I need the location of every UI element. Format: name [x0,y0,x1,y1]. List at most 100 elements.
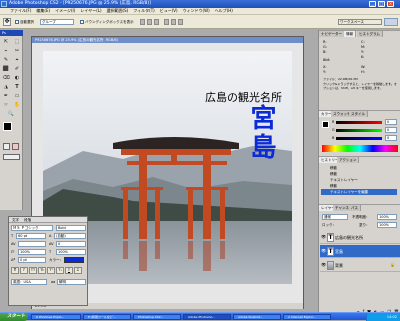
type-tool-icon[interactable]: T [12,83,22,91]
layer-row-selected[interactable]: 👁 T 宮島 [320,245,400,258]
color-r-slider[interactable] [336,121,382,124]
brush-tool-icon[interactable]: ✎ [1,56,11,64]
photoshop-app-icon[interactable] [1,1,7,7]
eye-icon[interactable]: 👁 [321,263,326,267]
color-g-input[interactable]: 0 [385,127,397,133]
color-b-input[interactable]: 0 [385,135,397,141]
strikethrough-button[interactable]: T̶ [74,267,82,274]
font-size-input[interactable]: 60 pt [16,233,46,239]
color-foreground-swatch[interactable] [322,121,329,128]
menu-file[interactable]: ファイル(F) [10,8,31,14]
healing-tool-icon[interactable]: ⌖ [12,56,22,64]
leading-input[interactable]: (自動) [54,233,86,239]
miyajima-text-layer[interactable]: 宮島 [247,105,280,163]
history-item-selected[interactable]: テキストレイヤーを編集 [321,189,397,195]
taskbar-item[interactable]: Adobe Illustrat... [233,314,281,320]
horizontal-scale-input[interactable]: 100% [56,249,86,255]
tab-actions[interactable]: アクション [337,157,360,163]
eye-icon[interactable]: 👁 [321,249,326,253]
auto-select-dropdown[interactable]: グループ [40,19,74,25]
menu-layer[interactable]: レイヤー(L) [80,8,101,14]
align-right-icon[interactable] [178,19,183,25]
tab-paragraph[interactable]: 段落 [24,218,31,222]
eraser-tool-icon[interactable]: ⌫ [1,74,11,82]
menu-window[interactable]: ウィンドウ(W) [183,8,210,14]
text-color-swatch[interactable] [64,257,84,263]
menu-image[interactable]: イメージ(I) [55,8,75,14]
tab-navigator[interactable]: ナビゲーター [319,31,345,37]
color-r-input[interactable]: 0 [385,119,397,125]
kerning-input[interactable] [18,241,46,247]
taskbar-item[interactable]: 2 Internet Explor... [283,314,331,320]
foreground-color-swatch[interactable] [3,122,12,131]
stamp-tool-icon[interactable]: ⬛ [1,65,11,73]
notes-tool-icon[interactable]: ☞ [1,101,11,109]
tab-info[interactable]: 情報 [344,31,356,37]
eye-icon[interactable]: 👁 [321,235,326,239]
menu-view[interactable]: ビュー(V) [160,8,178,14]
crop-tool-icon[interactable]: ✂ [12,47,22,55]
antialias-select[interactable]: 鮮明 [57,279,86,285]
faux-italic-button[interactable]: T [20,267,28,274]
shape-tool-icon[interactable]: ▭ [12,92,22,100]
gradient-tool-icon[interactable]: ◐ [12,74,22,82]
menu-edit[interactable]: 編集(E) [36,8,50,14]
language-select[interactable]: 英語：USA [11,279,47,285]
palette-well[interactable] [384,18,398,26]
underline-button[interactable]: T [65,267,73,274]
auto-select-checkbox[interactable] [15,20,19,24]
subscript-button[interactable]: T₁ [56,267,64,274]
taskbar-item-active[interactable]: Adobe Photosho... [183,314,231,320]
dodge-tool-icon[interactable]: ◮ [1,83,11,91]
tab-histogram[interactable]: ヒストグラム [357,31,383,37]
maximize-button[interactable]: □ [378,1,385,7]
window-titlebar[interactable]: Adobe Photoshop CS2 - [P9250676.JPG @ 25… [0,0,400,8]
blend-mode-select[interactable]: 通常 [322,214,348,220]
layer-row[interactable]: 👁 背景 🔒 [320,259,400,272]
align-middle-icon[interactable] [147,19,152,25]
menu-select[interactable]: 選択範囲(S) [107,8,129,14]
caption-text-layer[interactable]: 広島の観光名所 [205,89,282,105]
tab-character[interactable]: 文字 [12,218,19,222]
taskbar-item[interactable]: E:\商用ツールなど... [83,314,131,320]
align-top-icon[interactable] [140,19,145,25]
minimize-button[interactable]: _ [369,1,376,7]
workspace-dropdown[interactable]: ワークスペース [338,19,382,25]
align-center-icon[interactable] [171,19,176,25]
layer-row[interactable]: 👁 T 広島の観光名所 [320,231,400,244]
zoom-tool-icon[interactable]: 🔍 [6,110,16,118]
tab-styles[interactable]: スタイル [349,111,368,117]
taskbar-item[interactable]: Photoshop CS2... [133,314,181,320]
align-left-icon[interactable] [164,19,169,25]
bounding-box-checkbox[interactable] [80,20,84,24]
tab-paths[interactable]: パス [349,205,361,211]
quickmask-mode-icon[interactable] [12,143,19,150]
color-ramp[interactable] [322,145,398,152]
align-bottom-icon[interactable] [154,19,159,25]
faux-bold-button[interactable]: T [11,267,19,274]
small-caps-button[interactable]: Tt [38,267,46,274]
color-b-slider[interactable] [336,137,382,140]
screen-mode-buttons[interactable] [3,154,20,160]
font-family-select[interactable]: ＭＳ Ｐゴシック [11,225,53,231]
baseline-input[interactable]: 0 pt [18,257,46,263]
move-tool-icon[interactable]: ✥ [3,18,11,26]
close-button[interactable]: × [387,1,394,7]
vertical-scale-input[interactable]: 100% [18,249,46,255]
superscript-button[interactable]: T¹ [47,267,55,274]
menu-help[interactable]: ヘルプ(H) [215,8,233,14]
menu-filter[interactable]: フィルタ(T) [133,8,154,14]
history-brush-icon[interactable]: ✐ [12,65,22,73]
taskbar-item[interactable]: 6 Windows Explo... [31,314,81,320]
hand-tool-icon[interactable]: ✋ [12,101,22,109]
move-tool-icon[interactable]: ⇱ [1,38,11,46]
color-g-slider[interactable] [336,129,382,132]
tracking-input[interactable]: 0 [56,241,86,247]
marquee-tool-icon[interactable]: ⬚ [12,38,22,46]
pen-tool-icon[interactable]: ✒ [1,92,11,100]
font-style-select[interactable]: Bold [56,225,86,231]
all-caps-button[interactable]: TT [29,267,37,274]
lasso-tool-icon[interactable]: ⌁ [1,47,11,55]
opacity-input[interactable]: 100% [377,214,397,220]
fill-input[interactable]: 100% [377,222,397,228]
